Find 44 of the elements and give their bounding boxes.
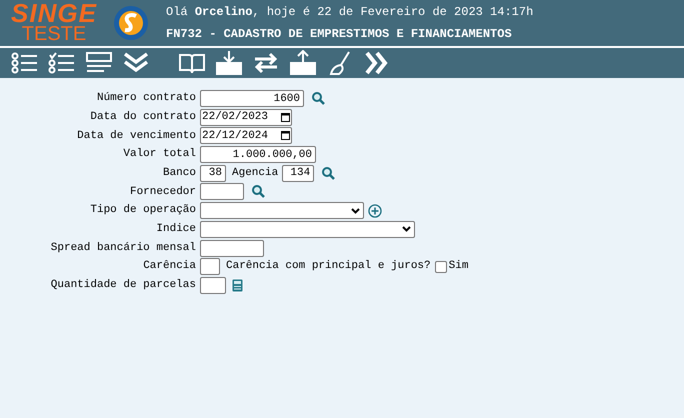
chevron-down-icon: [351, 208, 360, 214]
search-icon[interactable]: [322, 166, 336, 180]
field-label: Tipo de operação: [89, 203, 197, 218]
field-label: Agencia: [232, 166, 278, 181]
input-field[interactable]: [200, 183, 244, 200]
field-label: Quantidade de parcelas: [50, 278, 197, 294]
input-field[interactable]: 1.000.000,00: [200, 146, 316, 164]
circle-logo-icon: [113, 5, 149, 41]
brand-subtitle: TESTE: [22, 24, 86, 44]
checklist-icon[interactable]: [47, 50, 77, 76]
field-label: Número contrato: [96, 91, 197, 106]
input-field[interactable]: 1600: [200, 90, 304, 107]
calendar-icon[interactable]: [281, 131, 290, 140]
search-icon[interactable]: [312, 92, 325, 105]
input-field[interactable]: 134: [282, 164, 314, 182]
field-label: Data do contrato: [89, 110, 197, 125]
greeting-text: Olá Orcelino, hoje é 22 de Fevereiro de 2023 14:17h: [166, 4, 534, 21]
field-label: Carência com principal e juros?: [226, 259, 431, 274]
input-field[interactable]: [200, 276, 226, 294]
input-field[interactable]: [200, 258, 220, 276]
dropdown-field[interactable]: [200, 220, 415, 238]
search-icon[interactable]: [252, 185, 265, 198]
field-label: Valor total: [122, 147, 197, 162]
field-label: Indice: [155, 222, 197, 238]
chevron-down-icon: [402, 226, 411, 232]
field-label: Fornecedor: [128, 184, 197, 200]
dropdown-field[interactable]: [200, 202, 364, 220]
brand-logo: SINGE: [11, 2, 97, 24]
field-label: Banco: [162, 166, 197, 181]
list-icon[interactable]: [10, 50, 40, 76]
calculator-icon[interactable]: [232, 278, 243, 292]
field-label: Spread bancário mensal: [50, 240, 197, 256]
add-icon[interactable]: [368, 204, 382, 218]
sim-checkbox[interactable]: Sim: [434, 258, 468, 275]
calendar-icon[interactable]: [281, 112, 290, 122]
date-field[interactable]: 22/02/2023: [200, 108, 292, 126]
page-title: FN732 - CADASTRO DE EMPRESTIMOS E FINANCIAMENTOS: [166, 26, 513, 43]
input-field[interactable]: [200, 240, 264, 256]
input-field[interactable]: 38: [200, 164, 226, 182]
upload-tray-icon[interactable]: [288, 50, 318, 76]
field-label: Data de vencimento: [76, 128, 197, 144]
date-field[interactable]: 22/12/2024: [200, 127, 292, 144]
download-tray-icon[interactable]: [214, 50, 244, 76]
field-label: Carência: [142, 259, 197, 274]
